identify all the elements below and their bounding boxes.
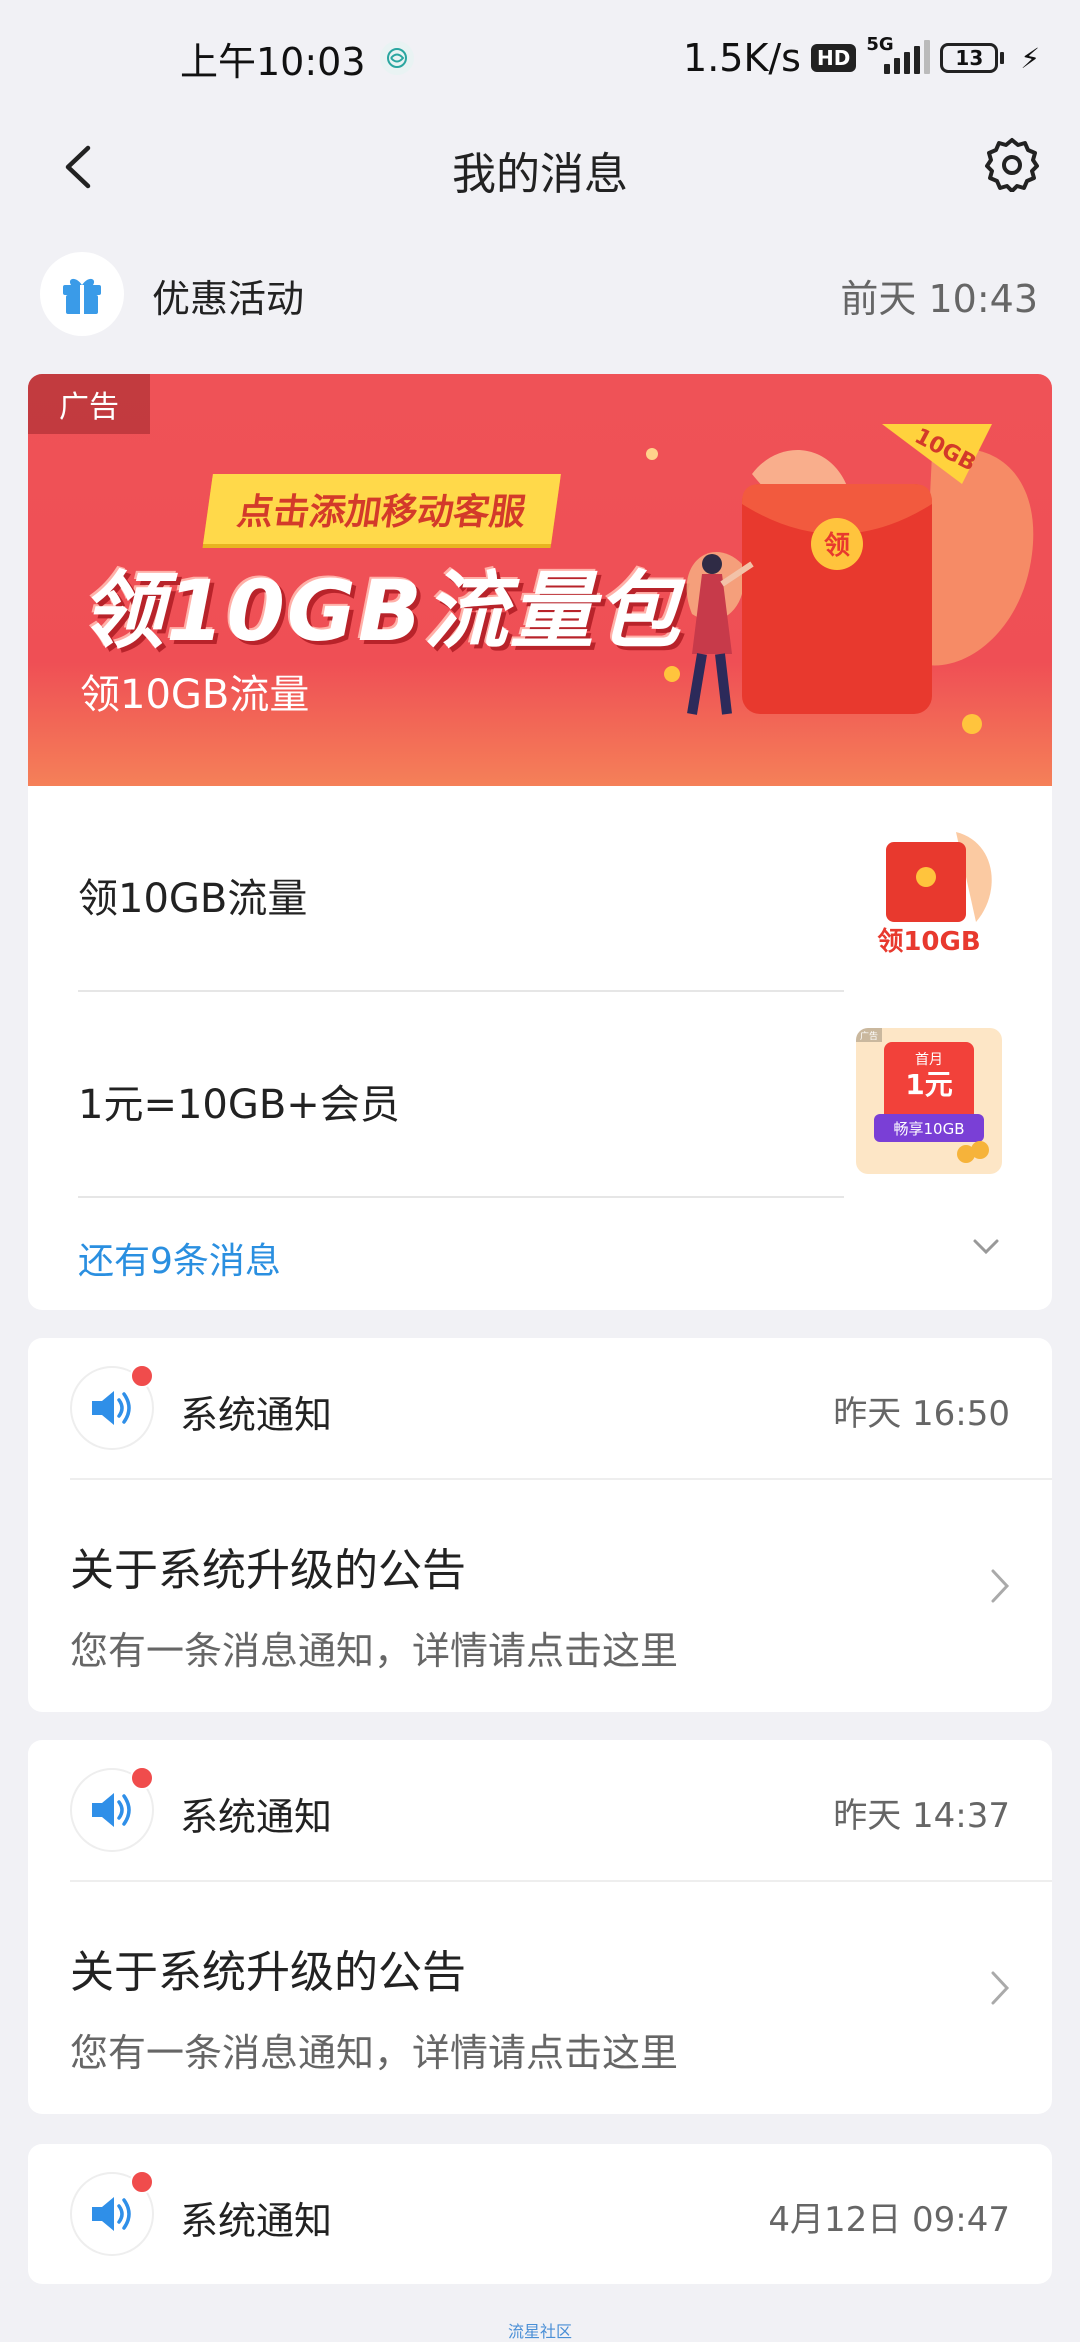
- promo-title: 优惠活动: [152, 277, 305, 321]
- thumbnail-bottom: 畅享10GB: [893, 1120, 964, 1138]
- notification-source: 系统通知: [180, 1795, 333, 1839]
- promo-timestamp: 前天 10:43: [840, 277, 1038, 321]
- watermark: 流星社区: [507, 2322, 572, 2341]
- more-messages-row[interactable]: 还有9条消息: [28, 1198, 1052, 1310]
- page-title: 我的消息: [452, 149, 628, 200]
- notification-header: 系统通知 昨天 14:37: [28, 1740, 1052, 1880]
- notification-description: 您有一条消息通知，详情请点击这里: [70, 1629, 679, 1673]
- gift-avatar: [40, 252, 124, 336]
- speaker-icon: [92, 2197, 131, 2231]
- chevron-right-icon: [991, 1971, 1010, 2005]
- gear-icon: [985, 138, 1039, 192]
- unread-badge: [130, 2170, 154, 2194]
- notification-heading: 关于系统升级的公告: [70, 1947, 466, 1998]
- unread-badge: [130, 1364, 154, 1388]
- more-messages-link[interactable]: 还有9条消息: [78, 1232, 281, 1284]
- list-item-thumbnail: 领10GB: [856, 822, 1002, 968]
- banner-subtitle: 领10GB流量: [80, 672, 310, 718]
- notification-timestamp: 昨天 14:37: [833, 1796, 1010, 1836]
- promo-header[interactable]: 优惠活动 前天 10:43: [0, 248, 1080, 344]
- list-item[interactable]: 1元=10GB+会员 首月 1元 畅享10GB 广告: [28, 992, 1052, 1198]
- notification-description: 您有一条消息通知，详情请点击这里: [70, 2031, 679, 2075]
- carrier-icon: [379, 41, 414, 75]
- thumbnail-ad-tag: 广告: [860, 1030, 878, 1042]
- notification-card[interactable]: 系统通知 昨天 16:50 关于系统升级的公告 您有一条消息通知，详情请点击这里: [28, 1338, 1052, 1712]
- banner-ribbon: 点击添加移动客服: [203, 474, 561, 544]
- notification-header: 系统通知 4月12日 09:47: [28, 2144, 1052, 2284]
- thumbnail-top: 首月: [915, 1052, 943, 1068]
- status-bar: 上午10:03 1.5K/s HD 5G 13 ⚡: [0, 0, 1080, 116]
- clock: 上午10:03: [180, 39, 366, 84]
- network-speed: 1.5K/s: [683, 36, 801, 80]
- red-packet-char: 领: [824, 530, 850, 561]
- network-type: 5G: [866, 34, 894, 55]
- gift-icon: [63, 278, 101, 314]
- battery-level: 13: [955, 46, 984, 70]
- notification-timestamp: 4月12日 09:47: [768, 2200, 1010, 2240]
- notification-source: 系统通知: [180, 1393, 333, 1437]
- hd-icon: HD: [810, 44, 857, 72]
- ad-badge: 广告: [28, 374, 150, 434]
- divider: [70, 1478, 1052, 1480]
- battery-icon: 13: [940, 43, 1005, 73]
- status-left: 上午10:03: [180, 31, 414, 86]
- speaker-icon: [92, 1793, 131, 1827]
- chevron-down-icon: [973, 1239, 999, 1255]
- chevron-right-icon: [991, 1569, 1010, 1603]
- notification-timestamp: 昨天 16:50: [833, 1394, 1010, 1434]
- notification-header: 系统通知 昨天 16:50: [28, 1338, 1052, 1478]
- nav-bar: 我的消息: [0, 116, 1080, 216]
- notification-card[interactable]: 系统通知 昨天 14:37 关于系统升级的公告 您有一条消息通知，详情请点击这里: [28, 1740, 1052, 2114]
- notification-source: 系统通知: [180, 2199, 333, 2243]
- divider: [70, 1880, 1052, 1882]
- ad-banner[interactable]: 广告 点击添加移动客服 领10GB流量包 领10GB流量 领 10GB: [28, 374, 1052, 786]
- unread-badge: [130, 1766, 154, 1790]
- charging-icon: ⚡: [1020, 41, 1040, 75]
- speaker-icon: [92, 1391, 131, 1425]
- signal-icon: 5G: [866, 34, 931, 74]
- list-item-thumbnail: 首月 1元 畅享10GB 广告: [856, 1028, 1002, 1174]
- thumbnail-price: 1元: [905, 1068, 952, 1101]
- settings-button[interactable]: [980, 132, 1044, 196]
- red-packet-illustration: 领 10GB: [646, 424, 1034, 734]
- list-item-text: 领10GB流量: [78, 876, 308, 922]
- notification-heading: 关于系统升级的公告: [70, 1545, 466, 1596]
- promo-card: 广告 点击添加移动客服 领10GB流量包 领10GB流量 领 10GB 领10G…: [28, 374, 1052, 1310]
- notification-card[interactable]: 系统通知 4月12日 09:47: [28, 2144, 1052, 2284]
- banner-headline: 领10GB流量包: [80, 562, 682, 660]
- status-right: 1.5K/s HD 5G 13 ⚡: [683, 34, 1040, 80]
- list-item-text: 1元=10GB+会员: [78, 1082, 400, 1128]
- thumbnail-label: 领10GB: [877, 926, 980, 957]
- list-item[interactable]: 领10GB流量 领10GB: [28, 786, 1052, 992]
